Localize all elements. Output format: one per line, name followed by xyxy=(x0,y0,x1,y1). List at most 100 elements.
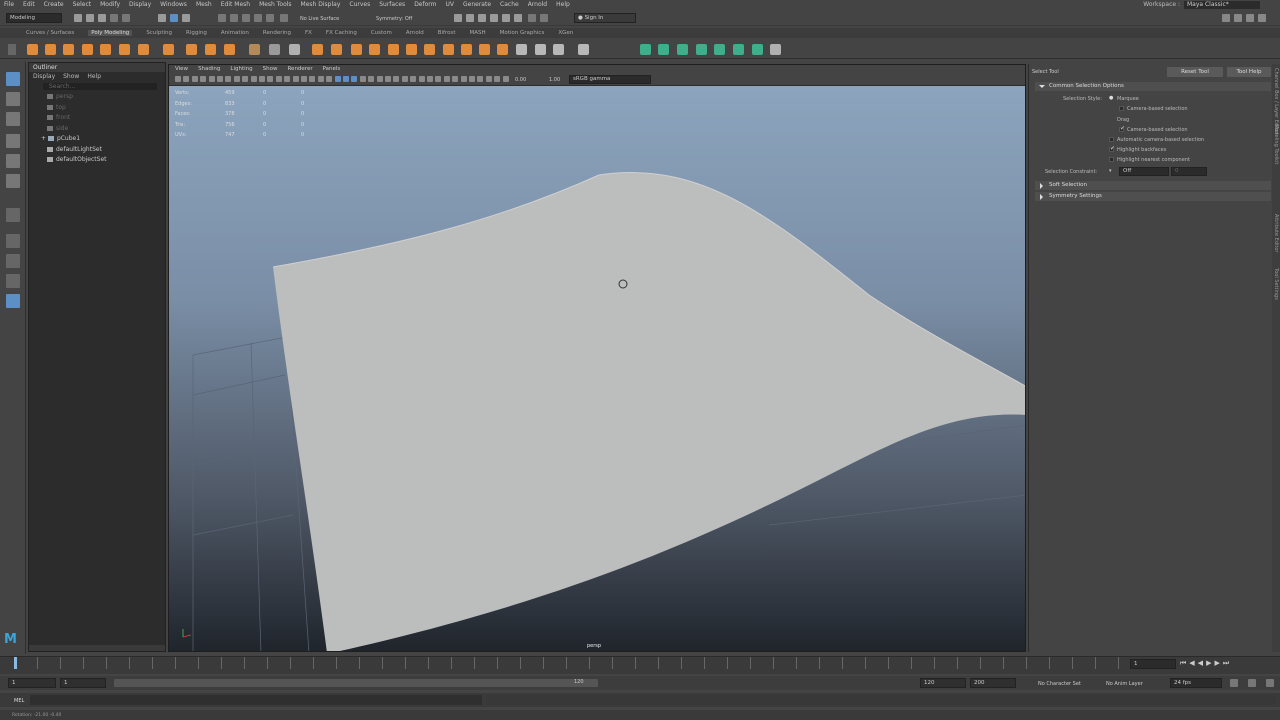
viewport-tool-icon[interactable] xyxy=(267,76,274,82)
outliner-item[interactable]: defaultLightSet xyxy=(29,145,165,156)
end-time-field[interactable]: 200 xyxy=(970,678,1016,688)
shelf-tab-rigging[interactable]: Rigging xyxy=(186,30,207,36)
common-selection-section[interactable]: Common Selection Options xyxy=(1035,82,1271,91)
outliner-menu-display[interactable]: Display xyxy=(33,73,55,80)
shelf-tool-icon[interactable] xyxy=(249,44,260,55)
shelf-tab-fx[interactable]: FX xyxy=(305,30,312,36)
viewport-panel[interactable]: View Shading Lighting Show Renderer Panels 0.… xyxy=(168,64,1026,652)
undo-icon[interactable] xyxy=(110,14,118,22)
viewport-tool-icon[interactable] xyxy=(208,76,215,82)
shelf-tool-icon[interactable] xyxy=(27,44,38,55)
snap-grid-icon[interactable] xyxy=(218,14,226,22)
menu-select[interactable]: Select xyxy=(73,1,92,8)
snap-point-icon[interactable] xyxy=(242,14,250,22)
viewport-tool-icon[interactable] xyxy=(233,76,240,82)
persp-outliner-layout-icon[interactable] xyxy=(6,254,20,268)
shelf-tool-icon[interactable] xyxy=(269,44,280,55)
snap-surface-icon[interactable] xyxy=(266,14,274,22)
shelf-tool-icon[interactable] xyxy=(714,44,725,55)
shelf-tool-icon[interactable] xyxy=(658,44,669,55)
command-input[interactable] xyxy=(30,695,482,705)
render-view-icon[interactable] xyxy=(502,14,510,22)
scale-tool-icon[interactable] xyxy=(6,174,20,188)
single-layout-icon[interactable] xyxy=(6,208,20,222)
fps-dropdown[interactable]: 24 fps xyxy=(1170,678,1222,688)
anim-layer-dropdown[interactable]: No Anim Layer xyxy=(1106,681,1143,687)
outliner-item[interactable]: defaultObjectSet xyxy=(29,155,165,166)
shelf-tool-icon[interactable] xyxy=(45,44,56,55)
shelf-tool-icon[interactable] xyxy=(535,44,546,55)
color-space-dropdown[interactable]: sRGB gamma xyxy=(569,75,651,84)
ipr-render-icon[interactable] xyxy=(466,14,474,22)
shelf-tab-motion-graphics[interactable]: Motion Graphics xyxy=(500,30,545,36)
shelf-tool-icon[interactable] xyxy=(119,44,130,55)
viewport-tool-icon[interactable] xyxy=(359,76,366,82)
snap-curve-icon[interactable] xyxy=(230,14,238,22)
shelf-tool-icon[interactable] xyxy=(289,44,300,55)
viewport-menu-shading[interactable]: Shading xyxy=(198,66,220,72)
pause-render-icon[interactable] xyxy=(540,14,548,22)
viewport-tool-icon[interactable] xyxy=(259,76,265,82)
shelf-tool-icon[interactable] xyxy=(733,44,744,55)
viewport-tool-icon[interactable] xyxy=(452,76,459,82)
paint-select-tool-icon[interactable] xyxy=(6,112,20,126)
workspace-icon-2[interactable] xyxy=(1234,14,1242,22)
viewport-tool-icon[interactable] xyxy=(275,76,282,82)
soft-selection-section[interactable]: Soft Selection xyxy=(1035,181,1271,190)
snap-view-icon[interactable] xyxy=(254,14,262,22)
shelf-tab-xgen[interactable]: XGen xyxy=(558,30,573,36)
menu-help[interactable]: Help xyxy=(556,1,570,8)
range-slider-bar[interactable]: 120 xyxy=(114,679,598,687)
viewport-tool-icon[interactable] xyxy=(343,76,349,82)
viewport-tool-icon[interactable] xyxy=(242,76,249,82)
new-scene-icon[interactable] xyxy=(74,14,82,22)
menu-windows[interactable]: Windows xyxy=(160,1,187,8)
live-surface-label[interactable]: No Live Surface xyxy=(300,16,339,22)
shelf-tab-curves-surfaces[interactable]: Curves / Surfaces xyxy=(26,30,74,36)
outliner-menu-show[interactable]: Show xyxy=(63,73,79,80)
viewport-tool-icon[interactable] xyxy=(309,76,316,82)
outliner-layout-icon[interactable] xyxy=(6,294,20,308)
select-component-icon[interactable] xyxy=(182,14,190,22)
magnet-icon[interactable] xyxy=(280,14,288,22)
shelf-tool-icon[interactable] xyxy=(578,44,589,55)
side-tab[interactable]: Modeling Toolkit xyxy=(1273,124,1279,164)
menu-generate[interactable]: Generate xyxy=(463,1,491,8)
select-hierarchy-icon[interactable] xyxy=(158,14,166,22)
play-render-icon[interactable] xyxy=(528,14,536,22)
outliner-item[interactable]: front xyxy=(29,113,165,124)
menu-edit-mesh[interactable]: Edit Mesh xyxy=(221,1,250,8)
shelf-tool-icon[interactable] xyxy=(461,44,472,55)
viewport-tool-icon[interactable] xyxy=(334,76,341,82)
playback-start-field[interactable]: 1 xyxy=(60,678,106,688)
outliner-item[interactable]: persp xyxy=(29,92,165,103)
shelf-tool-icon[interactable] xyxy=(388,44,399,55)
workspace-icon-1[interactable] xyxy=(1222,14,1230,22)
shelf-tool-icon[interactable] xyxy=(677,44,688,55)
hypershade-icon[interactable] xyxy=(490,14,498,22)
auto-camera-checkbox[interactable] xyxy=(1109,137,1114,142)
exposure-field[interactable]: 0.00 xyxy=(515,77,526,83)
drag-label[interactable]: Drag xyxy=(1117,117,1129,123)
workspace-icon-4[interactable] xyxy=(1258,14,1266,22)
viewport-tool-icon[interactable] xyxy=(175,76,181,82)
shelf-tool-icon[interactable] xyxy=(224,44,235,55)
select-object-icon[interactable] xyxy=(170,14,178,22)
shelf-tool-icon[interactable] xyxy=(331,44,342,55)
viewport-tool-icon[interactable] xyxy=(385,76,391,82)
viewport-tool-icon[interactable] xyxy=(401,76,408,82)
menu-surfaces[interactable]: Surfaces xyxy=(379,1,405,8)
symmetry-label[interactable]: Symmetry: Off xyxy=(376,16,412,22)
viewport-tool-icon[interactable] xyxy=(225,76,232,82)
render-settings-icon[interactable] xyxy=(478,14,486,22)
shelf-tab-fx-caching[interactable]: FX Caching xyxy=(326,30,357,36)
shelf-tool-icon[interactable] xyxy=(770,44,781,55)
shelf-tab-animation[interactable]: Animation xyxy=(221,30,249,36)
shelf-tool-icon[interactable] xyxy=(351,44,362,55)
playback-end-field[interactable]: 120 xyxy=(920,678,966,688)
render-icon[interactable] xyxy=(454,14,462,22)
shelf-tool-icon[interactable] xyxy=(424,44,435,55)
menu-mesh-tools[interactable]: Mesh Tools xyxy=(259,1,291,8)
viewport-tool-icon[interactable] xyxy=(427,76,433,82)
menu-edit[interactable]: Edit xyxy=(23,1,35,8)
